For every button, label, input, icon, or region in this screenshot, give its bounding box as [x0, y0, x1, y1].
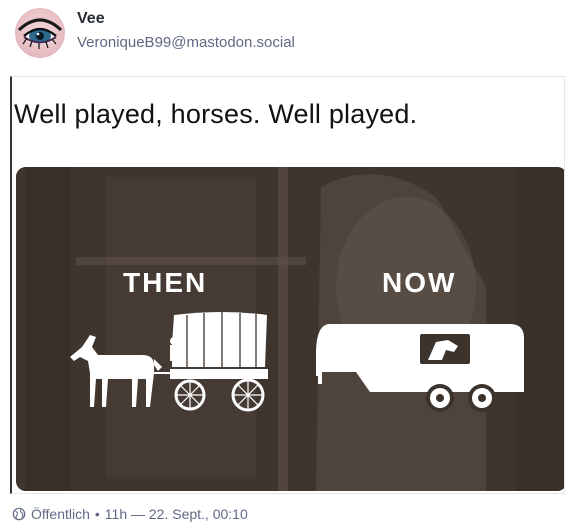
horse-wagon-icon	[70, 312, 268, 412]
now-label: NOW	[382, 267, 457, 298]
horse-trailer-icon	[316, 324, 524, 412]
globe-icon[interactable]	[12, 507, 26, 521]
post-timestamp[interactable]: 11h — 22. Sept., 00:10	[105, 506, 248, 522]
then-label: THEN	[123, 267, 208, 298]
avatar[interactable]	[15, 8, 65, 58]
meme-image: THEN NOW	[16, 167, 564, 491]
visibility-label[interactable]: Öffentlich	[31, 506, 90, 522]
post-meta: Öffentlich • 11h — 22. Sept., 00:10	[12, 506, 248, 522]
media-attachment[interactable]: Well played, horses. Well played. THEN N…	[10, 76, 565, 494]
display-name[interactable]: Vee	[77, 10, 105, 28]
account-handle[interactable]: VeroniqueB99@mastodon.social	[77, 34, 295, 51]
meta-separator: •	[94, 506, 100, 522]
avatar-image	[17, 18, 63, 49]
meme-caption: Well played, horses. Well played.	[14, 99, 418, 129]
